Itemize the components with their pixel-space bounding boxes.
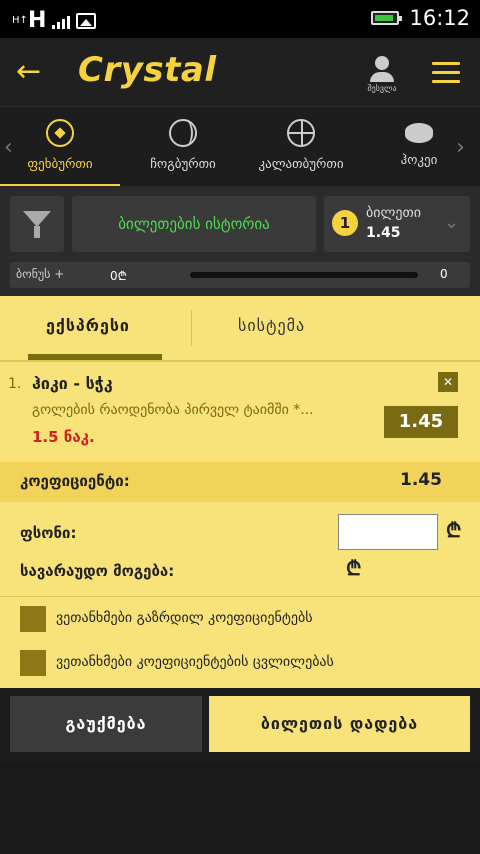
ticket-selector[interactable]: 1 ბილეთი 1.45 ⌄ — [324, 196, 470, 252]
checkbox[interactable] — [20, 650, 46, 676]
bonus-max: 0 — [440, 267, 448, 281]
hplus-icon: H↑↓ — [12, 14, 37, 26]
coefficient-label: კოეფიციენტი: — [20, 472, 130, 490]
stake-label: ფსონი: — [20, 524, 77, 542]
login-label: შესვლა — [367, 84, 397, 93]
brand-logo[interactable]: Crystalbet — [78, 50, 217, 156]
bet-item: 1. ჰიკი - სჭკ გოლების რაოდენობა პირველ ტ… — [0, 362, 480, 462]
lari-icon: ₾ — [346, 556, 362, 580]
tab-football[interactable]: ფეხბურთი — [0, 119, 120, 187]
login-button[interactable]: შესვლა — [362, 56, 402, 93]
option-label: ვეთანხმები კოეფიციენტების ცვლილებას — [56, 654, 334, 670]
bonus-current: 0₾ — [110, 269, 127, 283]
bet-index: 1. — [8, 376, 22, 392]
tab-express[interactable]: ექსპრესი — [46, 316, 130, 335]
tab-label: ჩოგბურთი — [150, 157, 216, 172]
back-arrow-icon[interactable]: ← — [16, 57, 46, 88]
hockey-puck-icon — [405, 123, 433, 143]
tab-basketball[interactable]: კალათბურთი — [244, 119, 358, 187]
tab-label: კალათბურთი — [258, 157, 344, 172]
ticket-label: ბილეთი — [366, 205, 421, 221]
status-right: 16:12 — [371, 6, 470, 30]
bet-match: ჰიკი - სჭკ — [32, 374, 113, 393]
betslip-actions: გაუქმება ბილეთის დადება — [0, 688, 480, 762]
checkbox[interactable] — [20, 606, 46, 632]
logo-text-crystal: Crystal — [78, 50, 217, 90]
divider — [0, 596, 480, 597]
tab-label: ჰოკეი — [400, 153, 438, 168]
accept-odds-change-option[interactable]: ვეთანხმები კოეფიციენტების ცვლილებას — [20, 650, 460, 678]
ticket-history-button[interactable]: ბილეთების ისტორია — [72, 196, 316, 252]
sports-tabs: ‹ ფეხბურთი ჩოგბურთი კალათბურთი ჰოკეი › — [0, 106, 480, 187]
bet-odds-box: 1.45 — [384, 406, 458, 438]
bonus-progress-track — [190, 272, 418, 278]
coefficient-row: კოეფიციენტი: 1.45 — [0, 462, 480, 502]
ticket-odds: 1.45 — [366, 225, 401, 241]
battery-icon — [371, 11, 403, 25]
remove-bet-icon[interactable]: ✕ — [438, 372, 458, 392]
user-icon-body — [370, 72, 394, 82]
option-label: ვეთანხმები გაზრდილ კოეფიციენტებს — [56, 610, 313, 626]
lari-icon: ₾ — [446, 518, 462, 542]
ticket-toolbar: ბილეთების ისტორია 1 ბილეთი 1.45 ⌄ ბონუს … — [0, 186, 480, 296]
tab-hockey[interactable]: ჰოკეი — [386, 119, 452, 187]
filter-funnel-icon[interactable] — [10, 196, 64, 252]
signal-icon — [52, 13, 71, 29]
chevron-down-icon: ⌄ — [444, 212, 460, 233]
soccer-ball-icon — [46, 119, 74, 147]
coefficient-value: 1.45 — [400, 470, 442, 490]
basketball-icon — [287, 119, 315, 147]
network-type: H — [28, 8, 47, 33]
ticket-count-badge: 1 — [332, 210, 358, 236]
stake-input[interactable] — [338, 514, 438, 550]
clock: 16:12 — [409, 6, 470, 30]
bet-selection: 1.5 ნაკ. — [32, 428, 95, 446]
hamburger-menu-icon[interactable] — [432, 62, 460, 84]
user-icon — [375, 56, 389, 70]
image-notification-icon — [76, 12, 97, 29]
tab-system[interactable]: სისტემა — [238, 316, 305, 335]
status-bar: H↑↓ H 16:12 — [0, 0, 480, 38]
bonus-bar: ბონუს + 0₾ 0 — [10, 262, 470, 288]
tab-divider — [191, 310, 192, 346]
tennis-ball-icon — [169, 119, 197, 147]
accept-increased-odds-option[interactable]: ვეთანხმები გაზრდილ კოეფიციენტებს — [20, 606, 460, 634]
chevron-right-icon[interactable]: › — [456, 135, 465, 160]
betslip-tabs: ექსპრესი სისტემა — [0, 296, 480, 360]
place-bet-button[interactable]: ბილეთის დადება — [209, 696, 470, 752]
bet-market: გოლების რაოდენობა პირველ ტაიმში *... — [32, 402, 314, 418]
status-left: H↑↓ H — [12, 8, 97, 33]
tab-tennis[interactable]: ჩოგბურთი — [128, 119, 238, 187]
cancel-button[interactable]: გაუქმება — [10, 696, 202, 752]
potential-win-label: სავარაუდო მოგება: — [20, 562, 175, 580]
app-header: ← Crystalbet შესვლა — [0, 38, 480, 156]
bonus-label: ბონუს + — [16, 267, 65, 281]
tab-label: ფეხბურთი — [27, 157, 93, 172]
betslip: ექსპრესი სისტემა 1. ჰიკი - სჭკ გოლების რ… — [0, 296, 480, 762]
